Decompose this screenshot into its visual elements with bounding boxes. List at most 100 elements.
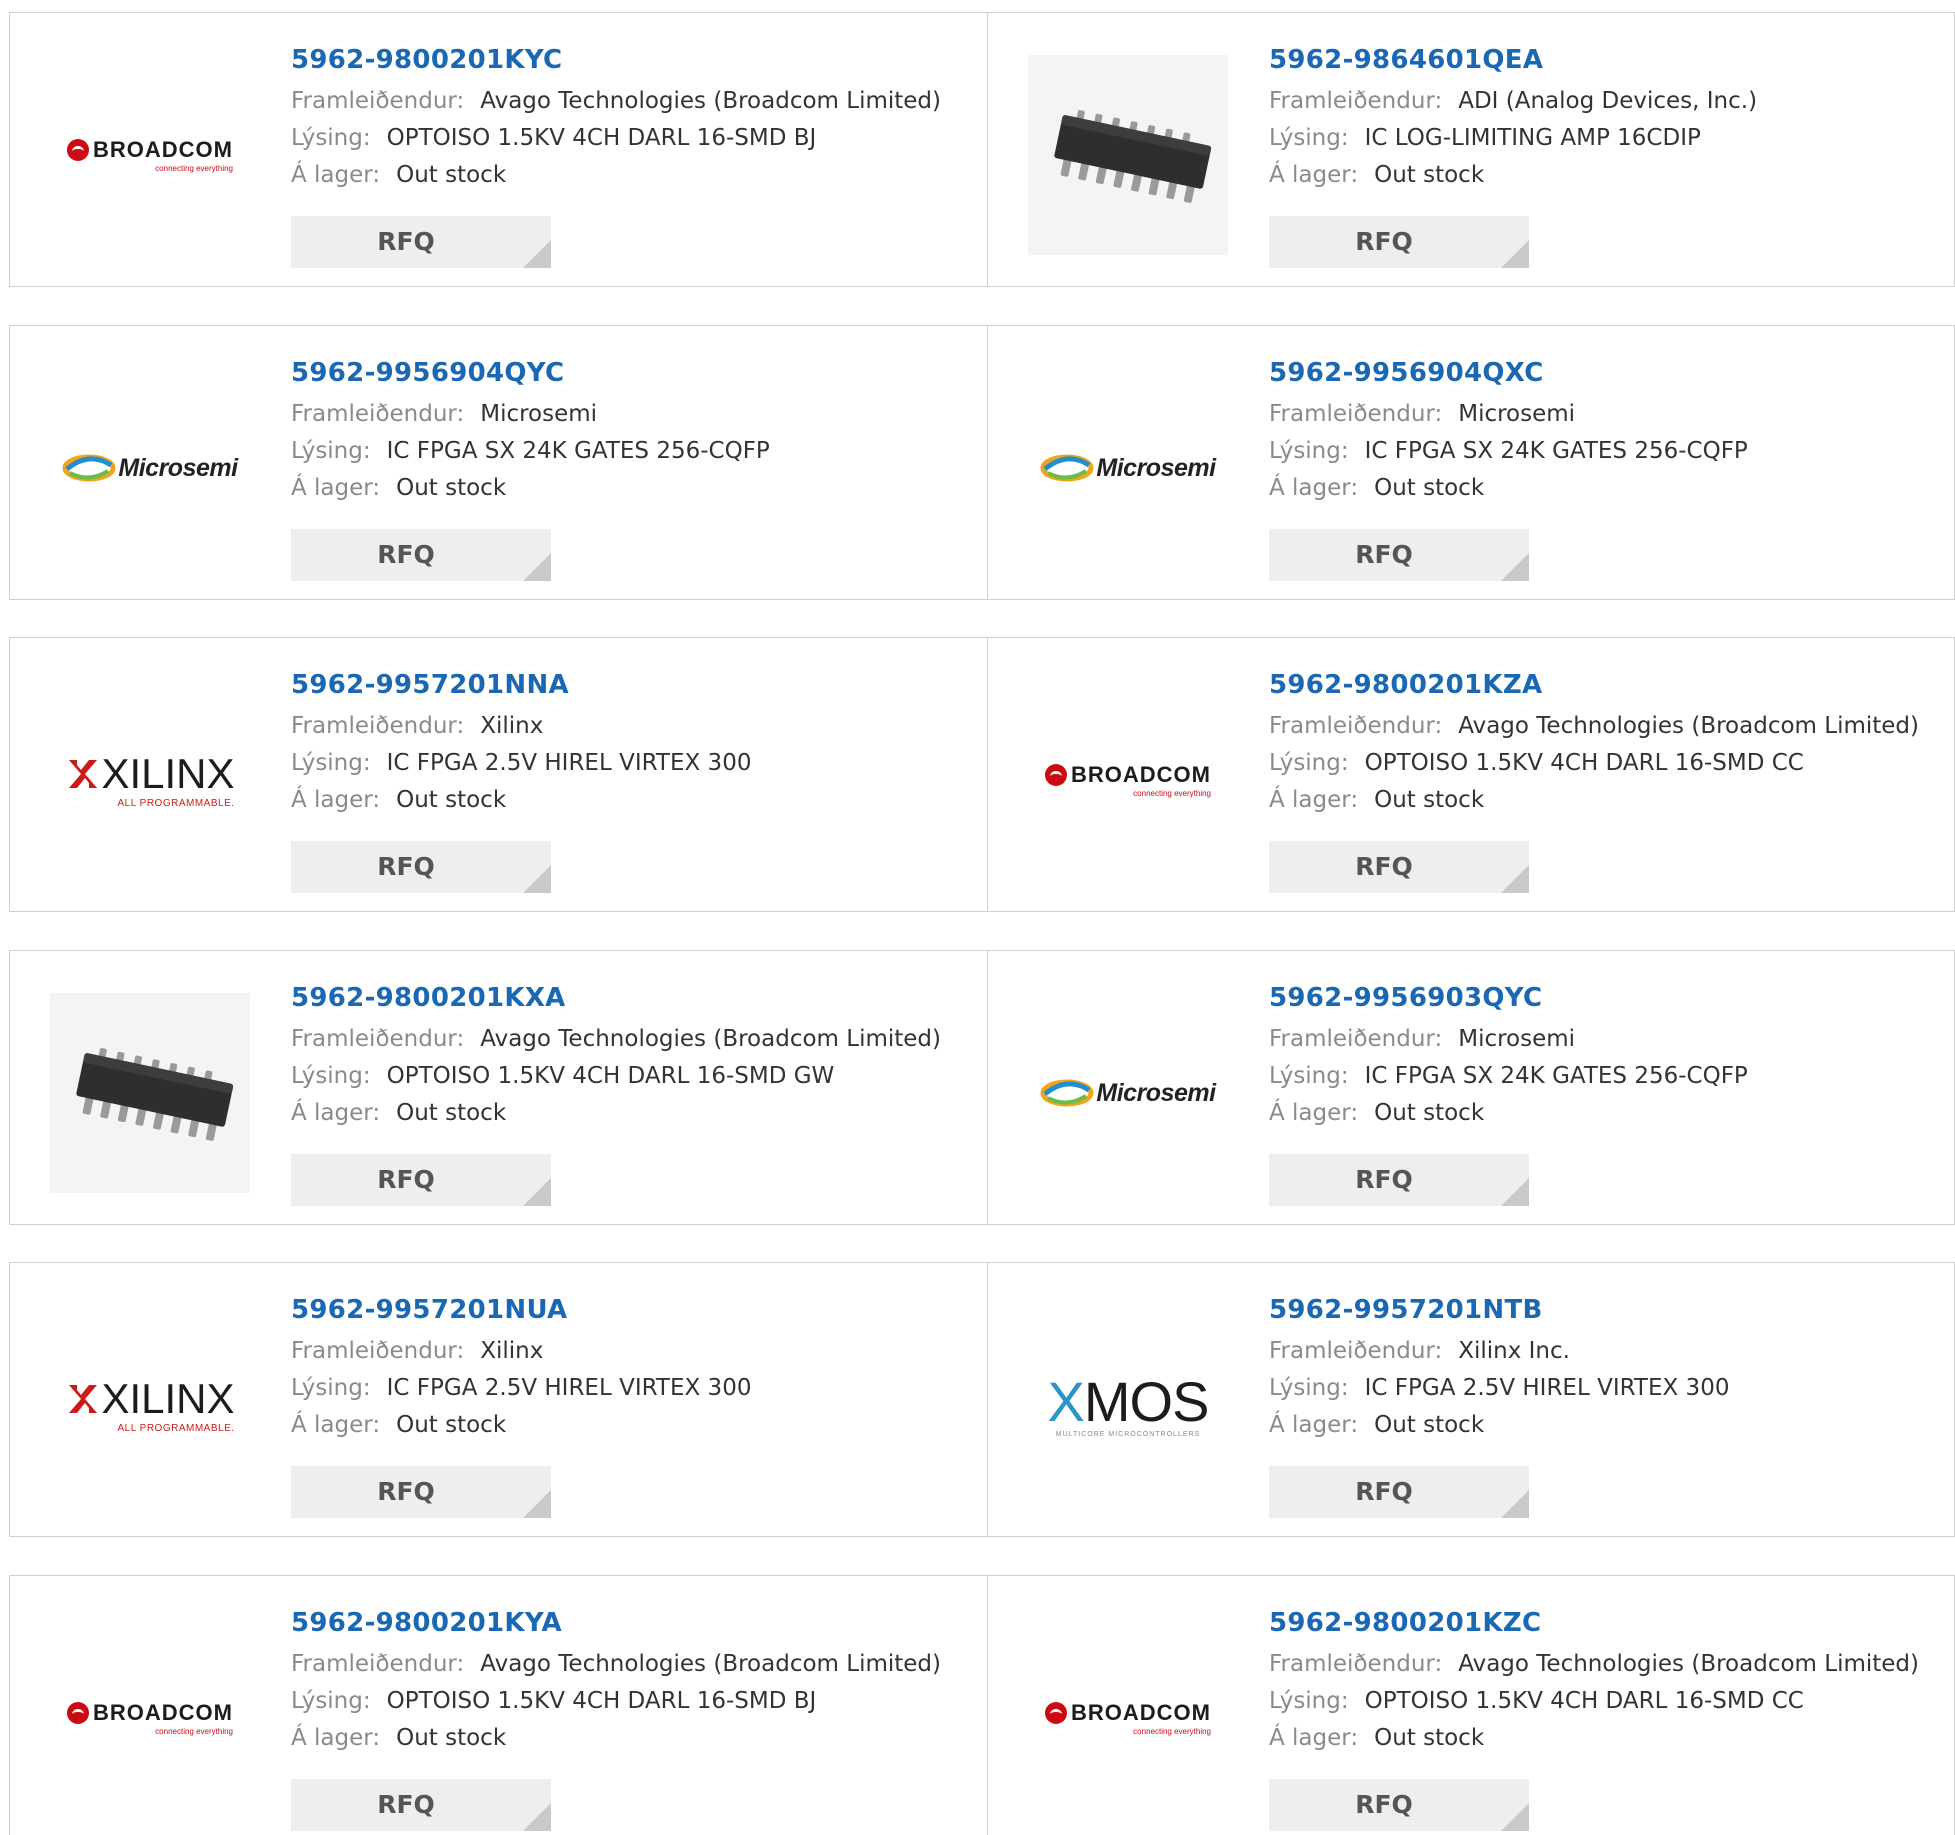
ic-chip-photo (50, 993, 250, 1193)
rfq-button[interactable]: RFQ (291, 529, 551, 581)
stock-row: Á lager: Out stock (291, 1407, 751, 1444)
broadcom-tagline: connecting everything (1133, 789, 1211, 798)
manufacturer-value: ADI (Analog Devices, Inc.) (1458, 88, 1758, 114)
rfq-button[interactable]: RFQ (1269, 841, 1529, 893)
manufacturer-row: Framleiðendur: Avago Technologies (Broadc… (1269, 708, 1919, 745)
stock-label: Á lager: (1269, 787, 1359, 813)
manufacturer-value: Avago Technologies (Broadcom Limited) (480, 88, 941, 114)
stock-value: Out stock (396, 1725, 507, 1751)
rfq-button[interactable]: RFQ (291, 1779, 551, 1831)
product-card: Microsemi 5962-9956904QXC Framleiðendur:… (987, 326, 1954, 599)
xilinx-tagline: ALL PROGRAMMABLE. (117, 797, 235, 809)
broadcom-pulse-icon (67, 139, 89, 161)
product-card: Microsemi 5962-9956904QYC Framleiðendur:… (10, 326, 987, 599)
rfq-button[interactable]: RFQ (291, 1466, 551, 1518)
manufacturer-row: Framleiðendur: Microsemi (1269, 396, 1748, 433)
description-row: Lýsing: OPTOISO 1.5KV 4CH DARL 16-SMD BJ (291, 1683, 941, 1720)
microsemi-swirl-icon (62, 454, 116, 482)
description-value: IC FPGA 2.5V HIREL VIRTEX 300 (386, 1375, 752, 1401)
description-value: OPTOISO 1.5KV 4CH DARL 16-SMD BJ (386, 125, 817, 151)
rfq-corner-decoration (1501, 1803, 1529, 1831)
rfq-label: RFQ (377, 1790, 435, 1819)
xilinx-logo: XILINX ALL PROGRAMMABLE. (65, 751, 235, 809)
description-label: Lýsing: (1269, 750, 1349, 776)
product-image[interactable] (50, 993, 250, 1193)
part-number-link[interactable]: 5962-9800201KZA (1269, 668, 1919, 702)
part-number-link[interactable]: 5962-9800201KZC (1269, 1606, 1919, 1640)
product-image[interactable]: Microsemi (1028, 993, 1228, 1193)
rfq-button[interactable]: RFQ (291, 216, 551, 268)
part-number-link[interactable]: 5962-9864601QEA (1269, 43, 1757, 77)
rfq-corner-decoration (1501, 240, 1529, 268)
product-image[interactable]: BROADCOM connecting everything (1028, 1618, 1228, 1818)
stock-row: Á lager: Out stock (291, 1095, 941, 1132)
product-image[interactable]: BROADCOM connecting everything (50, 1618, 250, 1818)
stock-row: Á lager: Out stock (291, 782, 751, 819)
manufacturer-row: Framleiðendur: Xilinx (291, 708, 751, 745)
part-number-link[interactable]: 5962-9956904QXC (1269, 356, 1748, 390)
part-number-link[interactable]: 5962-9800201KXA (291, 981, 941, 1015)
product-card: BROADCOM connecting everything 5962-9800… (987, 638, 1954, 911)
manufacturer-row: Framleiðendur: Microsemi (1269, 1021, 1748, 1058)
product-card: BROADCOM connecting everything 5962-9800… (10, 13, 987, 286)
stock-value: Out stock (1374, 1725, 1485, 1751)
description-row: Lýsing: IC FPGA 2.5V HIREL VIRTEX 300 (291, 1370, 751, 1407)
broadcom-tagline: connecting everything (1133, 1727, 1211, 1736)
rfq-corner-decoration (523, 1803, 551, 1831)
rfq-corner-decoration (523, 1490, 551, 1518)
description-label: Lýsing: (1269, 1688, 1349, 1714)
part-number-link[interactable]: 5962-9957201NNA (291, 668, 751, 702)
rfq-button[interactable]: RFQ (1269, 1779, 1529, 1831)
rfq-button[interactable]: RFQ (1269, 529, 1529, 581)
part-number-link[interactable]: 5962-9800201KYA (291, 1606, 941, 1640)
manufacturer-label: Framleiðendur: (291, 1338, 465, 1364)
product-image[interactable]: BROADCOM connecting everything (50, 55, 250, 255)
rfq-button[interactable]: RFQ (1269, 1466, 1529, 1518)
stock-label: Á lager: (1269, 1412, 1359, 1438)
product-image[interactable]: XILINX ALL PROGRAMMABLE. (50, 1305, 250, 1505)
rfq-label: RFQ (377, 1165, 435, 1194)
part-number-link[interactable]: 5962-9800201KYC (291, 43, 941, 77)
rfq-label: RFQ (377, 1477, 435, 1506)
product-card: 5962-9800201KXA Framleiðendur: Avago Tech… (10, 951, 987, 1224)
product-image[interactable]: Microsemi (50, 368, 250, 568)
xmos-tagline: MULTICORE MICROCONTROLLERS (1055, 1430, 1201, 1438)
stock-label: Á lager: (291, 162, 381, 188)
product-image[interactable]: XILINX ALL PROGRAMMABLE. (50, 680, 250, 880)
description-row: Lýsing: IC LOG-LIMITING AMP 16CDIP (1269, 120, 1757, 157)
microsemi-wordmark: Microsemi (118, 453, 238, 482)
stock-row: Á lager: Out stock (1269, 782, 1919, 819)
microsemi-logo: Microsemi (1040, 453, 1216, 483)
xilinx-wordmark: XILINX (101, 1374, 235, 1422)
product-image[interactable]: BROADCOM connecting everything (1028, 680, 1228, 880)
product-image[interactable] (1028, 55, 1228, 255)
rfq-label: RFQ (377, 852, 435, 881)
part-number-link[interactable]: 5962-9957201NUA (291, 1293, 751, 1327)
rfq-corner-decoration (523, 553, 551, 581)
manufacturer-row: Framleiðendur: Avago Technologies (Broadc… (1269, 1646, 1919, 1683)
rfq-corner-decoration (1501, 553, 1529, 581)
manufacturer-value: Avago Technologies (Broadcom Limited) (480, 1651, 941, 1677)
part-number-link[interactable]: 5962-9956903QYC (1269, 981, 1748, 1015)
part-number-link[interactable]: 5962-9957201NTB (1269, 1293, 1729, 1327)
description-value: IC FPGA SX 24K GATES 256-CQFP (1364, 438, 1748, 464)
rfq-button[interactable]: RFQ (291, 1154, 551, 1206)
stock-row: Á lager: Out stock (291, 470, 770, 507)
stock-value: Out stock (396, 162, 507, 188)
manufacturer-value: Xilinx (480, 713, 544, 739)
rfq-button[interactable]: RFQ (1269, 1154, 1529, 1206)
xmos-x-letter: X (1047, 1369, 1085, 1433)
product-image[interactable]: Microsemi (1028, 368, 1228, 568)
product-row: 5962-9800201KXA Framleiðendur: Avago Tech… (9, 950, 1955, 1225)
product-info: 5962-9800201KXA Framleiðendur: Avago Tech… (291, 981, 941, 1132)
product-card: BROADCOM connecting everything 5962-9800… (10, 1576, 987, 1835)
product-row: Microsemi 5962-9956904QYC Framleiðendur:… (9, 325, 1955, 600)
product-row: BROADCOM connecting everything 5962-9800… (9, 12, 1955, 287)
broadcom-wordmark: BROADCOM (1071, 762, 1211, 787)
rfq-button[interactable]: RFQ (291, 841, 551, 893)
part-number-link[interactable]: 5962-9956904QYC (291, 356, 770, 390)
rfq-button[interactable]: RFQ (1269, 216, 1529, 268)
product-row: BROADCOM connecting everything 5962-9800… (9, 1575, 1955, 1835)
rfq-corner-decoration (523, 865, 551, 893)
product-image[interactable]: XMOS MULTICORE MICROCONTROLLERS (1028, 1305, 1228, 1505)
